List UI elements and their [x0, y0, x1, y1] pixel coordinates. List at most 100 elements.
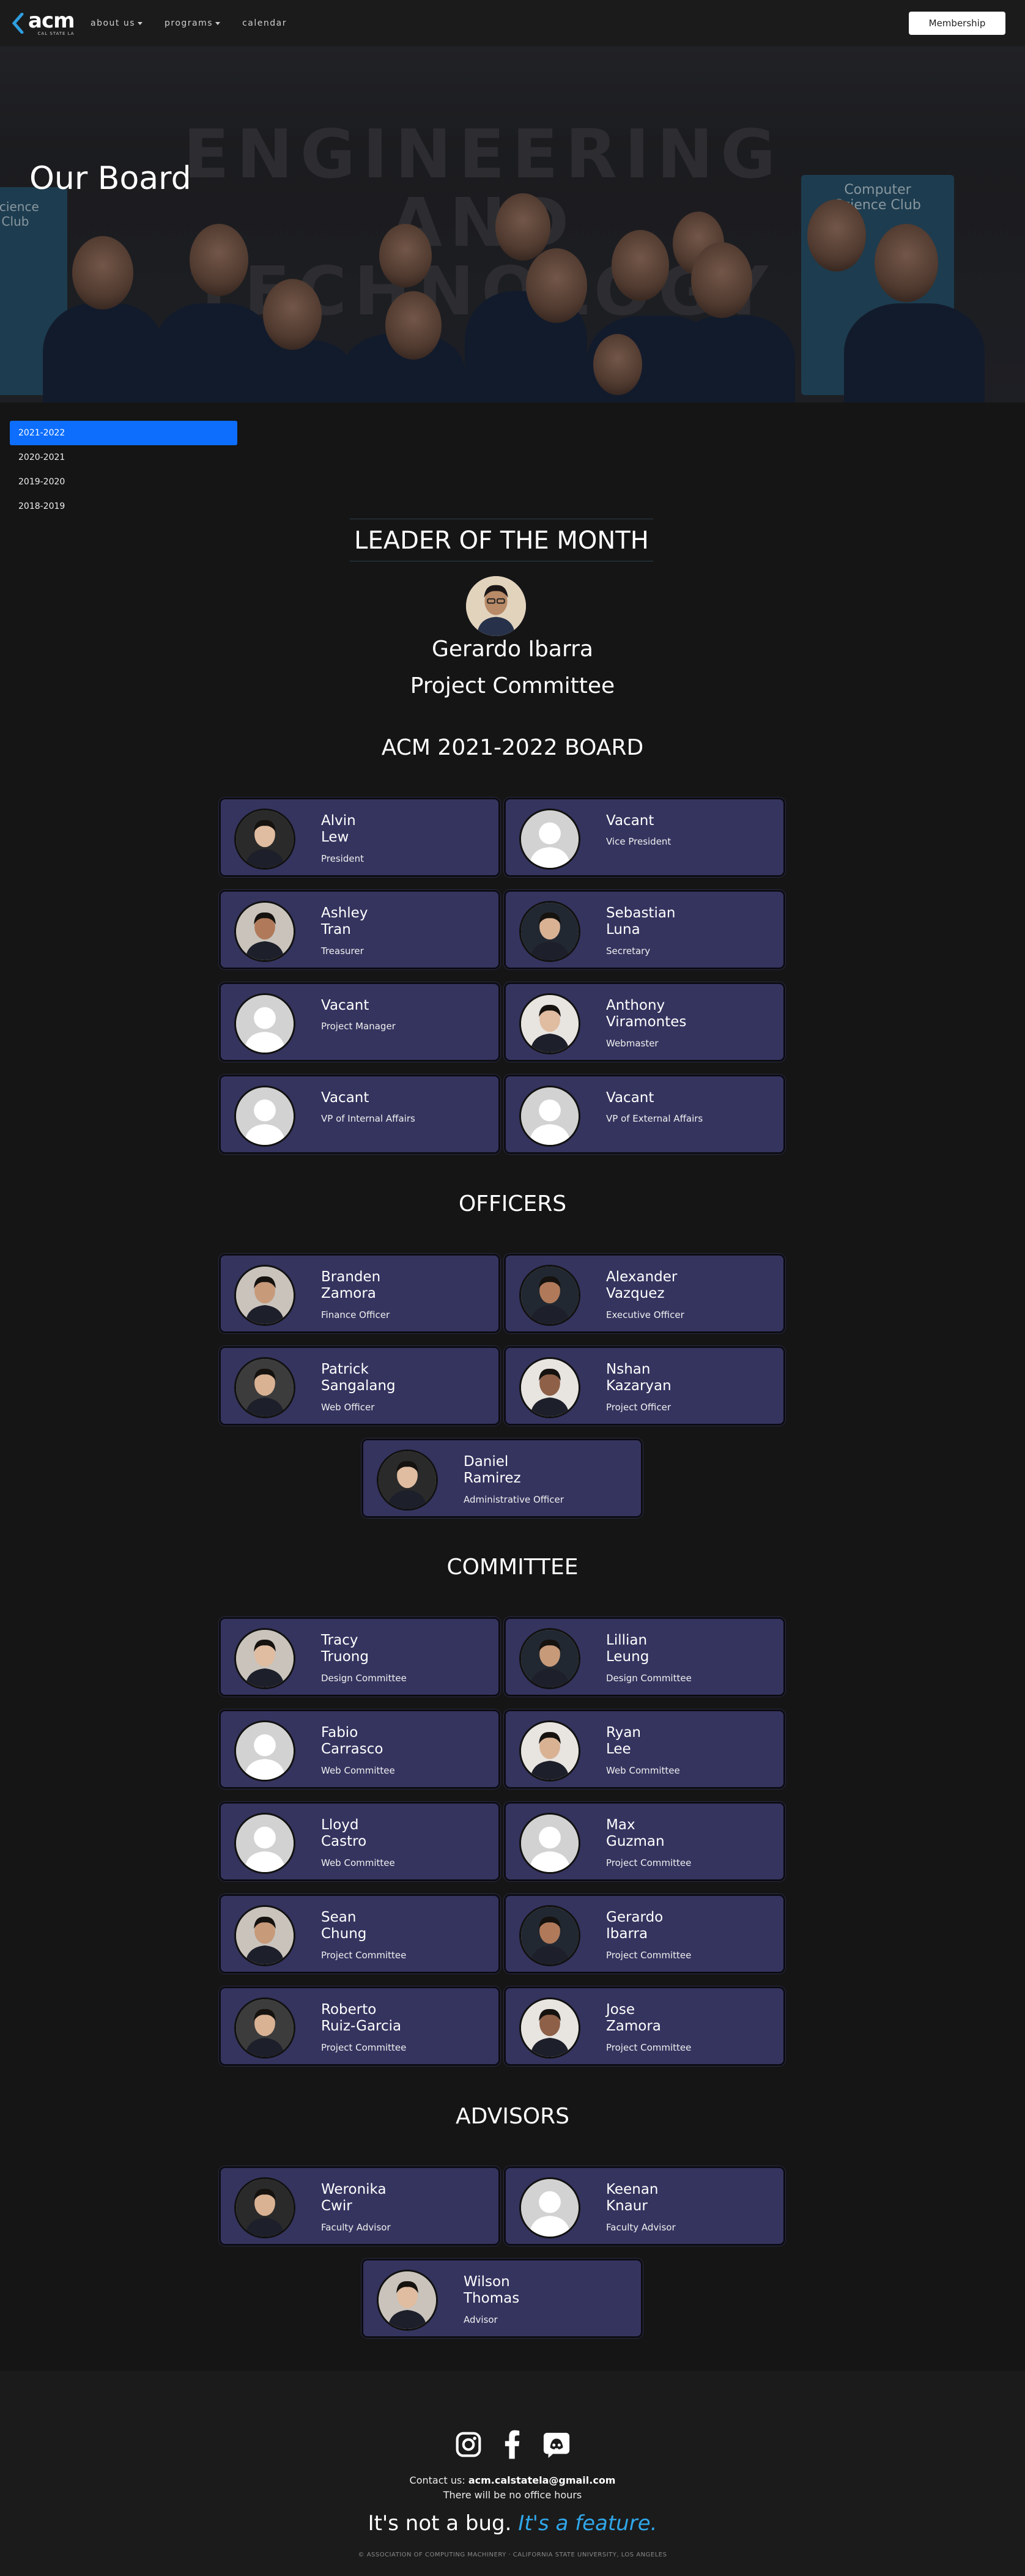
nav-calendar[interactable]: calendar [242, 18, 287, 28]
member-role: Project Committee [321, 1950, 407, 1961]
discord-icon[interactable] [542, 2429, 571, 2460]
caret-down-icon [138, 21, 143, 25]
nav-calendar-label: calendar [242, 18, 287, 28]
member-card: Fabio Carrasco Web Committee [219, 1709, 500, 1789]
member-first-name: Wilson [464, 2274, 510, 2290]
member-role: Project Committee [321, 2042, 407, 2053]
member-first-name: Vacant [606, 813, 654, 829]
member-first-name: Nshan [606, 1361, 651, 1377]
year-item-2021-2022[interactable]: 2021-2022 [10, 421, 237, 445]
logo-main-text: acm [28, 9, 75, 33]
membership-button[interactable]: Membership [909, 12, 1005, 35]
member-first-name: Fabio [321, 1725, 358, 1741]
year-item-2018-2019[interactable]: 2018-2019 [10, 494, 237, 519]
member-role: Executive Officer [606, 1309, 684, 1320]
contact-prefix: Contact us: [409, 2474, 468, 2486]
copyright-text: © ASSOCIATION OF COMPUTING MACHINERY · C… [358, 2552, 667, 2558]
facebook-icon[interactable] [498, 2429, 527, 2460]
member-last-name: Ruiz-Garcia [321, 2018, 402, 2034]
member-card: Branden Zamora Finance Officer [219, 1254, 500, 1333]
member-last-name: Chung [321, 1926, 367, 1942]
member-first-name: Max [606, 1817, 635, 1833]
nav-about-us-label: about us [91, 18, 136, 28]
default-avatar-icon [234, 1086, 295, 1147]
tagline-feature: It's a feature. [518, 2511, 657, 2536]
member-avatar [234, 809, 295, 870]
tagline-plain: It's not a bug. [368, 2511, 519, 2536]
member-first-name: Vacant [606, 1090, 654, 1106]
member-first-name: Jose [606, 2002, 635, 2018]
member-last-name: Ramirez [464, 1470, 521, 1486]
member-first-name: Tracy [321, 1632, 358, 1648]
member-last-name: Sangalang [321, 1378, 396, 1394]
member-role: Web Committee [606, 1765, 680, 1776]
member-first-name: Vacant [321, 1090, 369, 1106]
member-card: Ryan Lee Web Committee [504, 1709, 785, 1789]
member-avatar [234, 1997, 295, 2059]
year-selector: 2021-2022 2020-2021 2019-2020 2018-2019 [10, 421, 237, 519]
tagline: It's not a bug. It's a feature. [0, 2511, 1025, 2536]
member-card: Wilson Thomas Advisor [361, 2259, 643, 2338]
nav-links: about us programs calendar [91, 18, 287, 28]
year-item-2020-2021[interactable]: 2020-2021 [10, 445, 237, 470]
contact-email-link[interactable]: acm.calstatela@gmail.com [468, 2474, 616, 2486]
leader-portrait-icon [466, 576, 526, 636]
navbar: acm CAL STATE LA about us programs calen… [0, 0, 1025, 46]
member-card: Alvin Lew President [219, 798, 500, 877]
member-first-name: Roberto [321, 2002, 377, 2018]
member-last-name: Ibarra [606, 1926, 648, 1942]
page-title: Our Board [29, 160, 191, 197]
member-card: Anthony Viramontes Webmaster [504, 982, 785, 1062]
member-role: VP of External Affairs [606, 1113, 703, 1124]
member-first-name: Lillian [606, 1632, 648, 1648]
member-last-name: Kazaryan [606, 1378, 672, 1394]
member-role: Project Committee [606, 1950, 692, 1961]
member-last-name: Zamora [606, 2018, 661, 2034]
member-last-name: Guzman [606, 1834, 665, 1849]
member-card: Lloyd Castro Web Committee [219, 1802, 500, 1881]
member-card: Vacant VP of External Affairs [504, 1075, 785, 1154]
member-first-name: Anthony [606, 997, 665, 1013]
member-avatar [234, 1265, 295, 1326]
member-card: Daniel Ramirez Administrative Officer [361, 1438, 643, 1518]
member-avatar [377, 1449, 438, 1511]
member-card: Nshan Kazaryan Project Officer [504, 1346, 785, 1426]
member-avatar [519, 1905, 580, 1966]
member-avatar [234, 1905, 295, 1966]
member-first-name: Alvin [321, 813, 356, 829]
nav-about-us[interactable]: about us [91, 18, 143, 28]
caret-down-icon [215, 21, 221, 25]
member-role: Administrative Officer [464, 1494, 564, 1505]
member-last-name: Vazquez [606, 1286, 665, 1301]
instagram-icon[interactable] [454, 2429, 483, 2460]
member-card: Sebastian Luna Secretary [504, 890, 785, 969]
member-avatar [519, 1628, 580, 1689]
member-card: Gerardo Ibarra Project Committee [504, 1894, 785, 1974]
member-last-name: Knaur [606, 2198, 648, 2214]
member-role: Secretary [606, 946, 651, 957]
acm-logo[interactable]: acm CAL STATE LA [12, 5, 80, 42]
member-card: Max Guzman Project Committee [504, 1802, 785, 1881]
logo-text: acm CAL STATE LA [28, 10, 75, 36]
member-last-name: Truong [321, 1649, 369, 1665]
leader-name: Gerardo Ibarra [432, 637, 593, 662]
default-avatar-icon [519, 2177, 580, 2238]
nav-programs[interactable]: programs [165, 18, 221, 28]
hero-overlay [0, 46, 1025, 402]
member-first-name: Keenan [606, 2182, 659, 2197]
member-card: Patrick Sangalang Web Officer [219, 1346, 500, 1426]
member-first-name: Branden [321, 1269, 381, 1285]
member-role: Faculty Advisor [321, 2222, 391, 2233]
member-avatar [234, 1628, 295, 1689]
footer: Contact us: acm.calstatela@gmail.com The… [0, 2371, 1025, 2576]
member-role: Web Committee [321, 1857, 395, 1868]
member-first-name: Patrick [321, 1361, 369, 1377]
committee-section-title: COMMITTEE [446, 1555, 579, 1580]
member-card: Roberto Ruiz-Garcia Project Committee [219, 1986, 500, 2066]
member-last-name: Thomas [464, 2290, 520, 2306]
year-item-2019-2020[interactable]: 2019-2020 [10, 470, 237, 494]
member-first-name: Sebastian [606, 905, 676, 921]
default-avatar-icon [519, 809, 580, 870]
member-card: Vacant Vice President [504, 798, 785, 877]
member-card: Ashley Tran Treasurer [219, 890, 500, 969]
